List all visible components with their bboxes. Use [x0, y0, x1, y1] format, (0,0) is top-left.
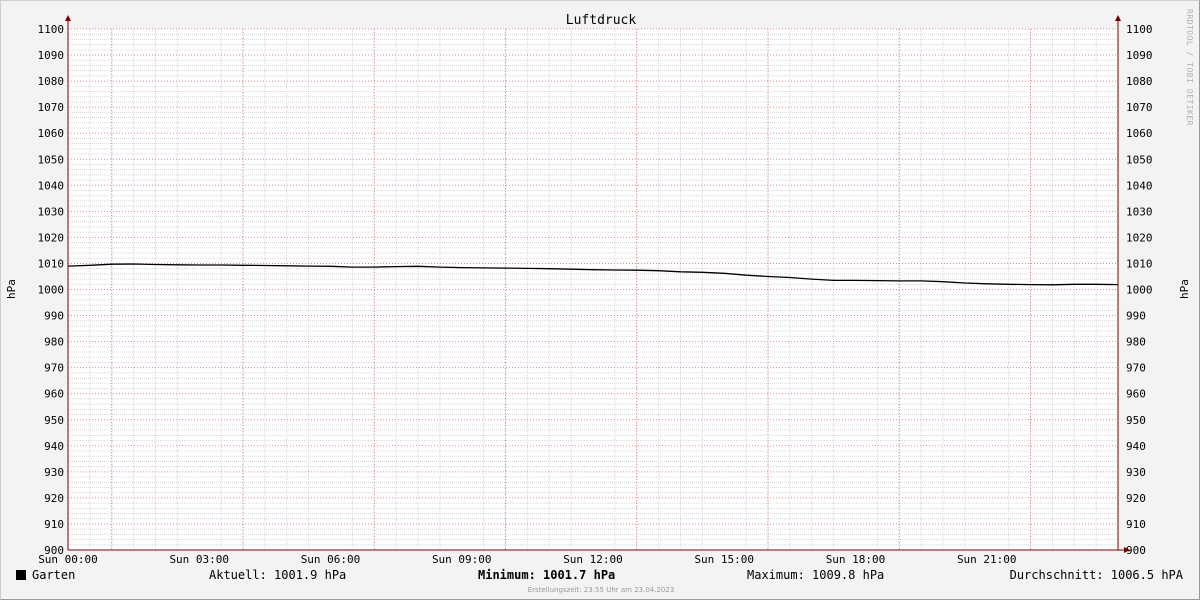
x-tick-label: Sun 09:00 — [432, 553, 492, 566]
y-tick-label-left: 1010 — [38, 257, 65, 270]
legend-series: Garten — [16, 568, 75, 582]
y-tick-label-left: 920 — [44, 492, 64, 505]
y-tick-label-right: 1060 — [1126, 127, 1153, 140]
y-axis-left-arrow — [65, 15, 71, 21]
y-tick-label-left: 930 — [44, 466, 64, 479]
y-tick-label-left: 980 — [44, 336, 64, 349]
y-tick-label-left: 960 — [44, 388, 64, 401]
y-tick-label-left: 1000 — [38, 284, 65, 297]
y-tick-label-left: 1100 — [38, 23, 65, 36]
x-tick-label: Sun 00:00 — [38, 553, 98, 566]
y-axis-label-left: hPa — [5, 279, 18, 299]
y-tick-label-right: 990 — [1126, 310, 1146, 323]
y-tick-label-right: 940 — [1126, 440, 1146, 453]
y-tick-label-right: 1090 — [1126, 49, 1153, 62]
legend-maximum-value: Maximum: 1009.8 hPa — [747, 568, 885, 582]
y-tick-label-right: 950 — [1126, 414, 1146, 427]
y-tick-label-left: 1060 — [38, 127, 65, 140]
y-tick-label-right: 1010 — [1126, 257, 1153, 270]
y-tick-label-left: 910 — [44, 518, 64, 531]
y-tick-label-left: 1050 — [38, 153, 65, 166]
y-tick-label-left: 970 — [44, 362, 64, 375]
y-tick-label-left: 1040 — [38, 179, 65, 192]
rrdtool-watermark: RRDTOOL / TOBI OETIKER — [1185, 9, 1194, 126]
legend-series-name: Garten — [32, 568, 76, 582]
x-tick-label: Sun 18:00 — [826, 553, 886, 566]
y-tick-label-left: 1090 — [38, 49, 65, 62]
y-tick-label-right: 1100 — [1126, 23, 1153, 36]
y-axis-right-arrow — [1115, 15, 1121, 21]
x-tick-label: Sun 06:00 — [301, 553, 361, 566]
y-tick-label-right: 1020 — [1126, 231, 1153, 244]
y-tick-label-left: 1020 — [38, 231, 65, 244]
y-tick-label-right: 970 — [1126, 362, 1146, 375]
graph-frame: Luftdruck RRDTOOL / TOBI OETIKER hPa hPa… — [0, 0, 1200, 600]
legend-swatch — [16, 570, 26, 580]
y-tick-label-right: 910 — [1126, 518, 1146, 531]
legend-average-value: Durchschnitt: 1006.5 hPA — [1009, 568, 1183, 582]
legend-current-value: Aktuell: 1001.9 hPa — [209, 568, 347, 582]
y-tick-label-right: 1080 — [1126, 75, 1153, 88]
chart-title: Luftdruck — [566, 13, 637, 28]
y-tick-label-left: 990 — [44, 310, 64, 323]
y-tick-label-right: 1000 — [1126, 284, 1153, 297]
y-tick-label-right: 980 — [1126, 336, 1146, 349]
y-tick-label-right: 1030 — [1126, 205, 1153, 218]
y-tick-label-right: 920 — [1126, 492, 1146, 505]
y-tick-label-left: 1080 — [38, 75, 65, 88]
legend-minimum-value: Minimum: 1001.7 hPa — [478, 568, 616, 582]
x-tick-label: Sun 03:00 — [169, 553, 229, 566]
creation-time-footer: Erstellungszeit: 23:55 Uhr am 23.04.2023 — [527, 586, 675, 594]
y-tick-label-right: 1050 — [1126, 153, 1153, 166]
x-tick-label: Sun 21:00 — [957, 553, 1017, 566]
y-tick-label-right: 900 — [1126, 544, 1146, 557]
y-tick-label-left: 1070 — [38, 101, 65, 114]
y-axis-label-right: hPa — [1178, 279, 1191, 299]
y-tick-label-right: 960 — [1126, 388, 1146, 401]
x-tick-label: Sun 12:00 — [563, 553, 623, 566]
y-tick-label-left: 940 — [44, 440, 64, 453]
y-tick-label-right: 1040 — [1126, 179, 1153, 192]
pressure-chart: Luftdruck RRDTOOL / TOBI OETIKER hPa hPa… — [5, 9, 1194, 566]
y-tick-label-left: 1030 — [38, 205, 65, 218]
y-tick-label-left: 950 — [44, 414, 64, 427]
x-tick-label: Sun 15:00 — [694, 553, 754, 566]
y-tick-label-right: 1070 — [1126, 101, 1153, 114]
y-tick-label-right: 930 — [1126, 466, 1146, 479]
